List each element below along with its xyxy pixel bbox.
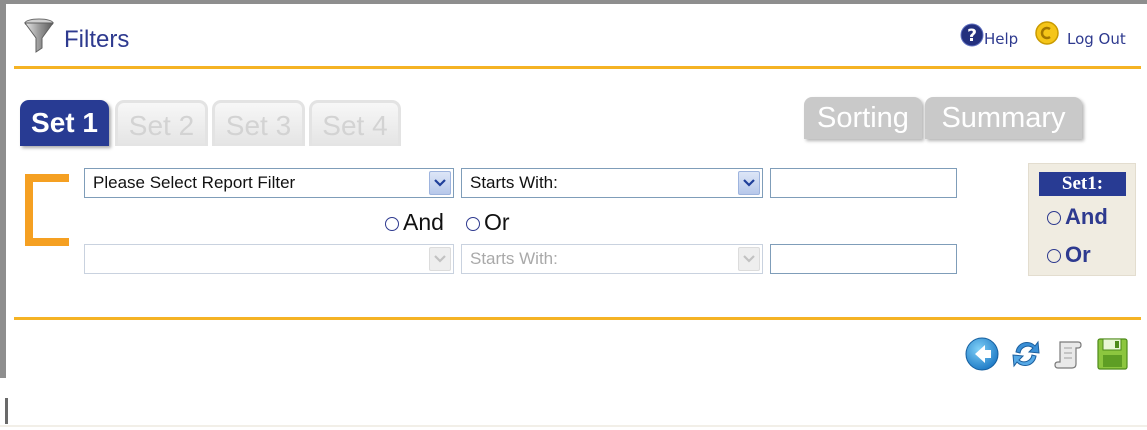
filter-field-select[interactable]: Please Select Report Filter <box>84 168 454 198</box>
help-icon[interactable]: ? <box>960 23 984 47</box>
filter-value-input[interactable] <box>770 168 957 198</box>
tab-set-2[interactable]: Set 2 <box>115 100 208 146</box>
back-icon[interactable] <box>964 336 1000 372</box>
window-bottom-edge <box>0 425 1147 427</box>
connector-and-option[interactable]: And <box>385 209 444 236</box>
set-or-label: Or <box>1065 242 1091 267</box>
connector-or-option[interactable]: Or <box>466 209 510 236</box>
filter-operator-value-2: Starts With: <box>470 249 558 268</box>
help-link[interactable]: Help <box>984 30 1018 48</box>
filter-operator-value: Starts With: <box>470 173 558 192</box>
connector-and-label: And <box>403 209 444 235</box>
logout-link[interactable]: Log Out <box>1067 30 1126 48</box>
radio-icon[interactable] <box>1047 249 1061 263</box>
chevron-down-icon <box>429 171 451 195</box>
header-divider <box>14 66 1141 69</box>
chevron-down-icon <box>429 247 451 271</box>
connector-or-label: Or <box>484 209 510 235</box>
tab-summary[interactable]: Summary <box>925 97 1082 139</box>
set-connector-panel: Set1: And Or <box>1028 163 1136 276</box>
footer-divider <box>14 317 1141 320</box>
window-edge-mark <box>5 398 8 424</box>
set-and-label: And <box>1065 204 1108 229</box>
tab-sorting[interactable]: Sorting <box>804 97 922 139</box>
filter-operator-select[interactable]: Starts With: <box>461 168 763 198</box>
page-title: Filters <box>64 26 130 53</box>
radio-icon[interactable] <box>1047 211 1061 225</box>
tab-set-4[interactable]: Set 4 <box>309 100 401 146</box>
save-icon[interactable] <box>1094 336 1130 372</box>
logout-icon[interactable] <box>1035 21 1059 45</box>
radio-icon[interactable] <box>466 217 480 231</box>
radio-icon[interactable] <box>385 217 399 231</box>
set-connector-title: Set1: <box>1039 172 1126 196</box>
chevron-down-icon <box>738 247 760 271</box>
filter-field-value: Please Select Report Filter <box>93 173 296 192</box>
set-and-option[interactable]: And <box>1047 204 1108 230</box>
script-icon[interactable] <box>1050 336 1086 372</box>
funnel-icon <box>24 18 54 53</box>
filter-value-input-2[interactable] <box>770 244 957 274</box>
set-or-option[interactable]: Or <box>1047 242 1091 268</box>
header: Filters ? Help Log Out <box>6 4 1147 66</box>
refresh-icon[interactable] <box>1008 336 1044 372</box>
group-bracket <box>25 174 69 246</box>
tab-set-3[interactable]: Set 3 <box>212 100 305 146</box>
filter-field-select-2 <box>84 244 454 274</box>
chevron-down-icon <box>738 171 760 195</box>
tab-set-1[interactable]: Set 1 <box>20 100 109 146</box>
filter-operator-select-2: Starts With: <box>461 244 763 274</box>
svg-text:?: ? <box>967 26 977 46</box>
